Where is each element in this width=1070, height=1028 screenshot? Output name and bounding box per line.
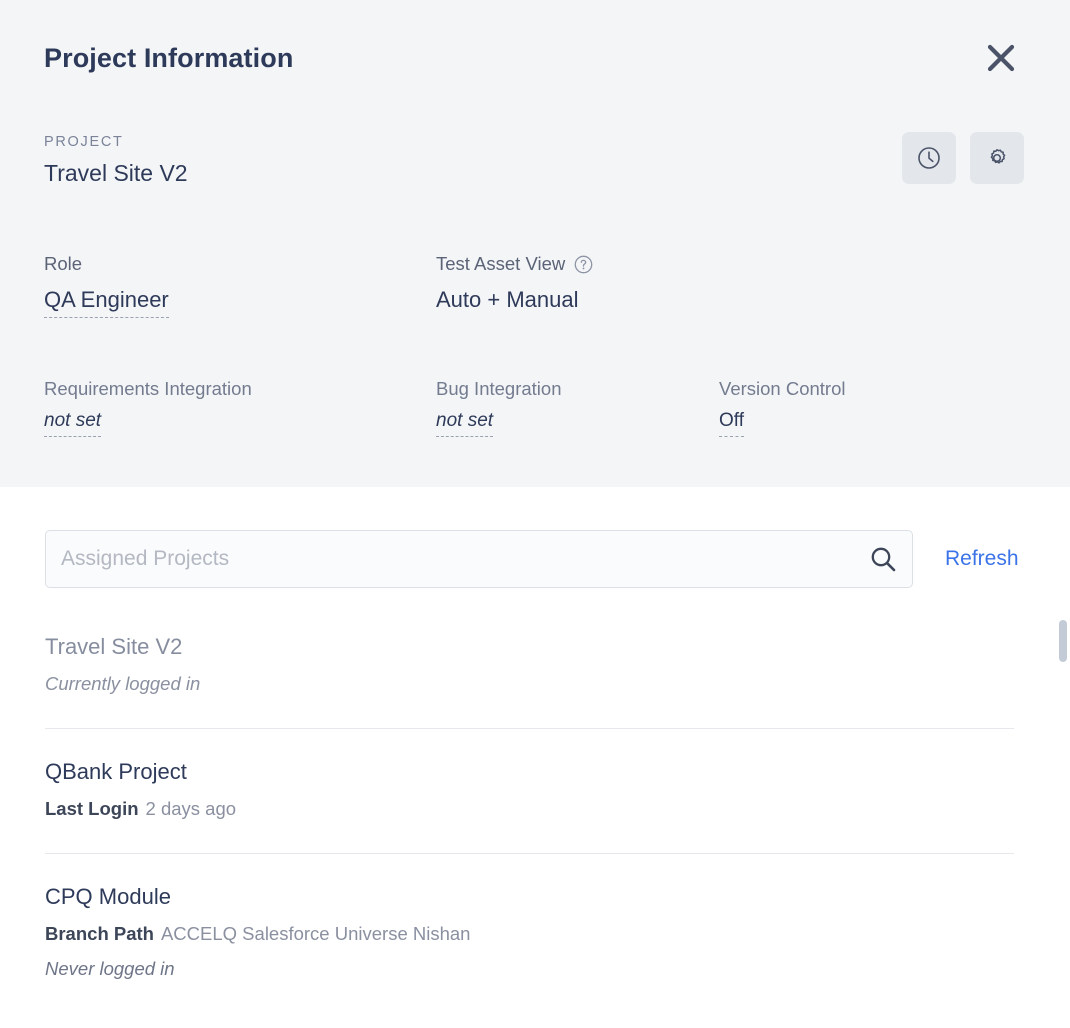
field-requirements-integration: Requirements Integration not set bbox=[44, 377, 436, 437]
project-information-dialog: Project Information PROJECT Travel Site … bbox=[0, 0, 1070, 1028]
history-button[interactable] bbox=[902, 132, 956, 184]
field-role-value[interactable]: QA Engineer bbox=[44, 285, 169, 318]
list-item-status: Currently logged in bbox=[45, 673, 201, 694]
assigned-projects-list: Travel Site V2 Currently logged in QBank… bbox=[45, 632, 1014, 1013]
field-bug-integration: Bug Integration not set bbox=[436, 377, 719, 437]
field-test-asset-view-value: Auto + Manual bbox=[436, 287, 579, 312]
close-icon[interactable] bbox=[978, 35, 1024, 81]
refresh-link[interactable]: Refresh bbox=[945, 530, 1019, 588]
field-version-control-label: Version Control bbox=[719, 378, 846, 399]
list-item[interactable]: QBank Project Last Login 2 days ago bbox=[45, 728, 1014, 853]
list-item-title: QBank Project bbox=[45, 759, 187, 784]
scrollbar-thumb[interactable] bbox=[1059, 620, 1067, 662]
list-item-meta-value: 2 days ago bbox=[145, 798, 237, 819]
project-info-panel: Project Information PROJECT Travel Site … bbox=[0, 0, 1070, 487]
settings-button[interactable] bbox=[970, 132, 1024, 184]
field-bug-integration-value[interactable]: not set bbox=[436, 408, 494, 437]
panel-action-buttons bbox=[902, 132, 1024, 184]
page-title: Project Information bbox=[44, 43, 294, 73]
field-test-asset-view: Test Asset View Auto + Manual bbox=[436, 252, 719, 318]
field-test-asset-view-label: Test Asset View bbox=[436, 252, 719, 276]
field-version-control-value[interactable]: Off bbox=[719, 408, 744, 437]
field-version-control: Version Control Off bbox=[719, 377, 1019, 437]
field-requirements-integration-label: Requirements Integration bbox=[44, 378, 252, 399]
field-row-primary: Role QA Engineer Test Asset View Auto + … bbox=[44, 252, 1030, 318]
field-requirements-integration-value[interactable]: not set bbox=[44, 408, 102, 437]
list-item[interactable]: CPQ Module Branch Path ACCELQ Salesforce … bbox=[45, 853, 1014, 1013]
search-input[interactable] bbox=[46, 532, 854, 586]
list-item-meta-key: Branch Path bbox=[45, 923, 154, 944]
list-item-meta-value: ACCELQ Salesforce Universe Nishan bbox=[160, 923, 471, 944]
search-icon[interactable] bbox=[854, 531, 912, 587]
list-item[interactable]: Travel Site V2 Currently logged in bbox=[45, 632, 1014, 728]
search-row: Refresh bbox=[45, 530, 1070, 588]
search-box[interactable] bbox=[45, 530, 913, 588]
field-bug-integration-label: Bug Integration bbox=[436, 378, 562, 399]
current-project-block: PROJECT Travel Site V2 bbox=[44, 133, 188, 190]
help-circle-icon[interactable] bbox=[574, 255, 593, 274]
list-item-title: CPQ Module bbox=[45, 884, 171, 909]
list-item-meta-key: Last Login bbox=[45, 798, 139, 819]
list-item-meta: Branch Path ACCELQ Salesforce Universe Ni… bbox=[45, 921, 1014, 947]
field-role-label: Role bbox=[44, 253, 83, 274]
field-test-asset-view-label-text: Test Asset View bbox=[436, 253, 566, 274]
field-row-secondary: Requirements Integration not set Bug Int… bbox=[44, 377, 1030, 437]
list-item-meta: Last Login 2 days ago bbox=[45, 796, 1014, 822]
list-item-status: Never logged in bbox=[45, 958, 175, 979]
field-role: Role QA Engineer bbox=[44, 252, 436, 318]
list-item-title: Travel Site V2 bbox=[45, 634, 183, 659]
dialog-header: Project Information bbox=[44, 36, 1040, 82]
current-project-name: Travel Site V2 bbox=[44, 160, 188, 186]
gear-icon bbox=[984, 145, 1010, 171]
clock-icon bbox=[916, 145, 942, 171]
project-eyebrow-label: PROJECT bbox=[44, 134, 124, 150]
